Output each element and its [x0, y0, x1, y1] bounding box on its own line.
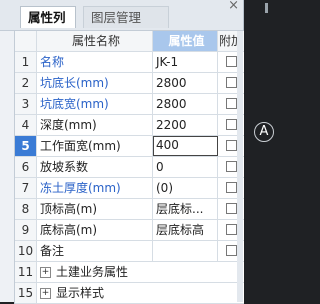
add-checkbox[interactable] [226, 140, 237, 151]
property-name: 坑底宽(mm) [37, 94, 153, 114]
property-value[interactable]: 2800 [153, 73, 218, 93]
row-number: 8 [15, 199, 37, 219]
row-number: 6 [15, 157, 37, 177]
add-checkbox[interactable] [226, 224, 237, 235]
add-checkbox[interactable] [226, 182, 237, 193]
axis-marker-badge: A [254, 122, 274, 142]
add-checkbox[interactable] [226, 119, 237, 130]
property-table: 属性名称 属性值 附加 1 名称 JK-1 2 坑底长(mm) 2800 3 坑… [14, 31, 244, 304]
expand-icon[interactable]: + [40, 267, 51, 278]
table-row[interactable]: 2 坑底长(mm) 2800 [15, 73, 244, 94]
property-name: 工作面宽(mm) [37, 136, 153, 156]
property-value[interactable]: 层底标... [153, 199, 218, 219]
table-row[interactable]: 4 深度(mm) 2200 [15, 115, 244, 136]
tab-layer-management[interactable]: 图层管理 [83, 6, 169, 28]
table-row[interactable]: 9 底标高(m) 层底标高 [15, 220, 244, 241]
property-value[interactable]: 2200 [153, 115, 218, 135]
property-value[interactable]: (0) [153, 178, 218, 198]
property-name: 备注 [37, 241, 153, 261]
row-number: 15 [15, 283, 37, 303]
property-name: 深度(mm) [37, 115, 153, 135]
table-row[interactable]: 8 顶标高(m) 层底标... [15, 199, 244, 220]
row-number: 11 [15, 262, 37, 282]
table-row[interactable]: 1 名称 JK-1 [15, 52, 244, 73]
scrollbar[interactable] [237, 31, 243, 302]
row-number: 9 [15, 220, 37, 240]
row-number: 4 [15, 115, 37, 135]
table-row[interactable]: 6 放坡系数 0 [15, 157, 244, 178]
add-checkbox[interactable] [226, 56, 237, 67]
tab-bar: 属性列表 图层管理 × [0, 0, 243, 47]
group-row-display-style[interactable]: 15 + 显示样式 [15, 283, 244, 304]
row-number: 5 [15, 136, 37, 156]
group-label-cell: + 显示样式 [37, 283, 244, 303]
property-value[interactable] [153, 241, 218, 261]
add-checkbox[interactable] [226, 203, 237, 214]
property-name: 底标高(m) [37, 220, 153, 240]
row-number: 3 [15, 94, 37, 114]
add-checkbox[interactable] [226, 161, 237, 172]
expand-icon[interactable]: + [40, 288, 51, 299]
row-number: 2 [15, 73, 37, 93]
table-row[interactable]: 3 坑底宽(mm) 2800 [15, 94, 244, 115]
group-row-civil-properties[interactable]: 11 + 土建业务属性 [15, 262, 244, 283]
property-name: 坑底长(mm) [37, 73, 153, 93]
table-row[interactable]: 10 备注 [15, 241, 244, 262]
row-number: 10 [15, 241, 37, 261]
window-edge [265, 3, 268, 13]
value-edit-input[interactable]: 400 [153, 136, 218, 156]
table-row[interactable]: 7 冻土厚度(mm) (0) [15, 178, 244, 199]
property-name: 顶标高(m) [37, 199, 153, 219]
property-value[interactable]: JK-1 [153, 52, 218, 72]
property-value[interactable]: 层底标高 [153, 220, 218, 240]
table-row-selected[interactable]: 5 工作面宽(mm) 400 [15, 136, 244, 157]
property-name: 冻土厚度(mm) [37, 178, 153, 198]
group-label: 土建业务属性 [56, 265, 129, 279]
property-value[interactable]: 0 [153, 157, 218, 177]
table-header: 属性名称 属性值 附加 [15, 31, 244, 52]
group-label-cell: + 土建业务属性 [37, 262, 244, 282]
header-name: 属性名称 [37, 31, 153, 51]
row-number: 7 [15, 178, 37, 198]
header-value: 属性值 [153, 31, 218, 51]
tab-property-list[interactable]: 属性列表 [20, 6, 76, 47]
add-checkbox[interactable] [226, 98, 237, 109]
property-value[interactable]: 2800 [153, 94, 218, 114]
add-checkbox[interactable] [226, 245, 237, 256]
property-name: 放坡系数 [37, 157, 153, 177]
header-num-cell [15, 31, 37, 51]
row-number: 1 [15, 52, 37, 72]
add-checkbox[interactable] [226, 77, 237, 88]
group-label: 显示样式 [56, 286, 105, 300]
close-icon[interactable]: × [228, 0, 239, 13]
properties-panel: 属性列表 图层管理 × 属性名称 属性值 附加 1 名称 JK-1 2 坑底长(… [0, 0, 244, 304]
property-name: 名称 [37, 52, 153, 72]
